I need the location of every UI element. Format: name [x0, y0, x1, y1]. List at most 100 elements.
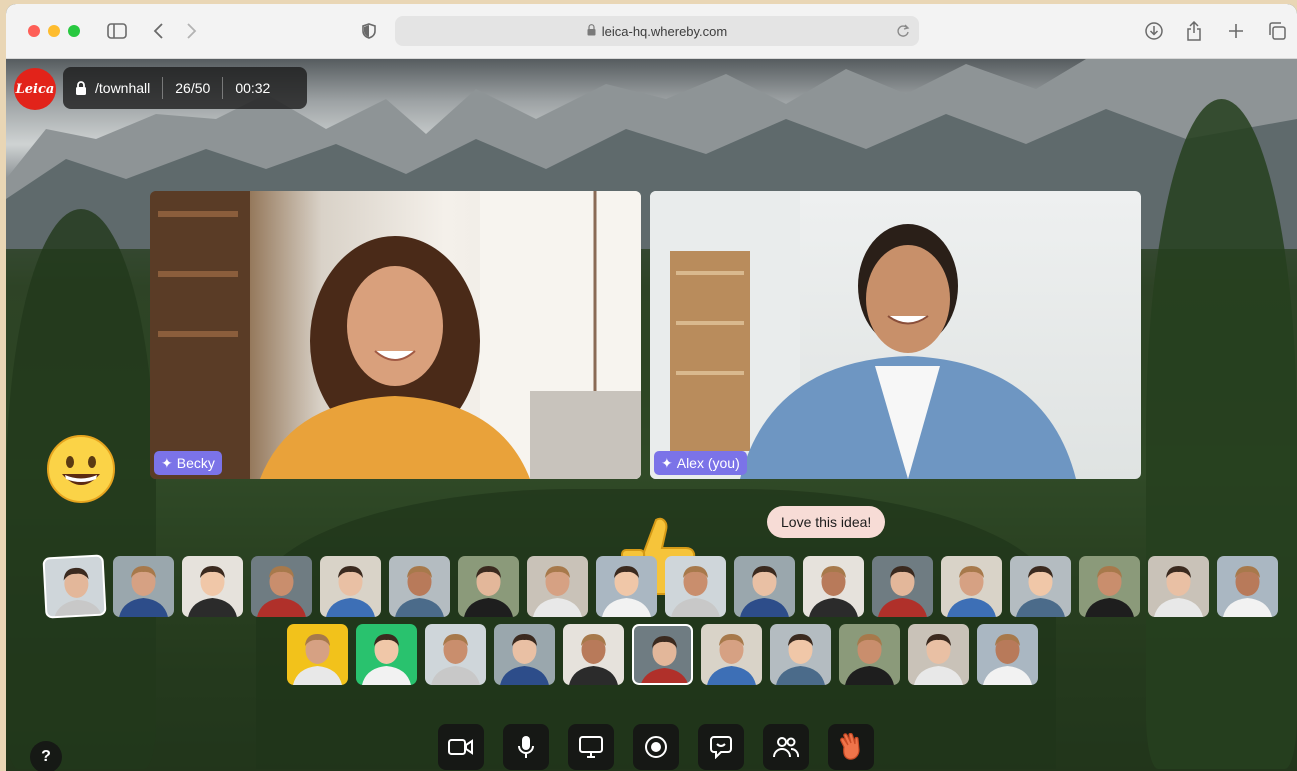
avatar-photo: [53, 567, 103, 619]
minimize-window-button[interactable]: [48, 25, 60, 37]
lock-icon: [587, 23, 596, 39]
participant-avatar[interactable]: [596, 556, 657, 617]
avatar-photo: [707, 634, 756, 685]
room-path: /townhall: [95, 80, 151, 96]
lock-icon: [75, 80, 87, 96]
participant-avatar[interactable]: [389, 556, 450, 617]
participant-avatar[interactable]: [632, 624, 693, 685]
avatar-photo: [395, 566, 444, 617]
microphone-button[interactable]: [503, 724, 549, 770]
participant-avatar[interactable]: [356, 624, 417, 685]
participant-avatar[interactable]: [941, 556, 1002, 617]
browser-window: leica-hq.whereby.com Leica /townhall 26/…: [6, 4, 1297, 771]
avatar-photo: [1085, 566, 1134, 617]
participant-avatar[interactable]: [977, 624, 1038, 685]
alex-video-feed: [650, 191, 1076, 479]
share-icon[interactable]: [1181, 18, 1207, 44]
participant-count: 26/50: [175, 80, 211, 96]
raise-hand-button[interactable]: [828, 724, 874, 770]
chat-icon: [710, 736, 732, 759]
screenshare-button[interactable]: [568, 724, 614, 770]
avatar-photo: [533, 566, 582, 617]
avatar-photo: [257, 566, 306, 617]
avatar-photo: [914, 634, 963, 685]
participant-avatar[interactable]: [665, 556, 726, 617]
zoom-window-button[interactable]: [68, 25, 80, 37]
avatar-photo: [740, 566, 789, 617]
participant-name: Becky: [176, 455, 215, 471]
participant-avatar[interactable]: [182, 556, 243, 617]
avatar-photo: [569, 634, 618, 685]
participant-name-badge: ✦ Alex (you): [654, 451, 747, 475]
brand-logo-text: Leica: [15, 81, 55, 97]
video-tile-alex[interactable]: ✦ Alex (you): [650, 191, 1141, 479]
participant-name: Alex (you): [676, 455, 740, 471]
avatar-photo: [188, 566, 237, 617]
participant-name-badge: ✦ Becky: [154, 451, 222, 475]
back-icon[interactable]: [146, 18, 172, 44]
record-icon: [645, 736, 667, 758]
sparkle-icon: ✦: [661, 454, 673, 471]
participant-avatar[interactable]: [908, 624, 969, 685]
camera-icon: [448, 739, 473, 755]
participant-avatar[interactable]: [1010, 556, 1071, 617]
participant-avatar[interactable]: [872, 556, 933, 617]
video-tile-becky[interactable]: ✦ Becky: [150, 191, 641, 479]
participant-avatar[interactable]: [425, 624, 486, 685]
avatar-photo: [362, 634, 411, 685]
reaction-message-bubble: Love this idea!: [767, 506, 886, 538]
participant-avatar[interactable]: [527, 556, 588, 617]
participant-avatar[interactable]: [701, 624, 762, 685]
avatar-photo: [671, 566, 720, 617]
brand-logo[interactable]: Leica: [14, 68, 56, 110]
participant-avatar[interactable]: [113, 556, 174, 617]
becky-video-feed: [150, 191, 641, 479]
participant-avatar[interactable]: [251, 556, 312, 617]
participant-avatar[interactable]: [458, 556, 519, 617]
participant-avatar[interactable]: [563, 624, 624, 685]
sidebar-toggle-icon[interactable]: [104, 18, 130, 44]
participant-avatar[interactable]: [1217, 556, 1278, 617]
participant-avatar[interactable]: [287, 624, 348, 685]
forward-icon[interactable]: [178, 18, 204, 44]
participant-avatar[interactable]: [770, 624, 831, 685]
help-label: ?: [41, 748, 51, 765]
participant-avatar[interactable]: [803, 556, 864, 617]
chat-button[interactable]: [698, 724, 744, 770]
new-tab-icon[interactable]: [1223, 18, 1249, 44]
close-window-button[interactable]: [28, 25, 40, 37]
reload-icon[interactable]: [893, 20, 913, 45]
avatar-photo: [983, 634, 1032, 685]
tab-overview-icon[interactable]: [1264, 18, 1290, 44]
room-info-pill: /townhall 26/50 00:32: [63, 67, 307, 109]
avatar-photo: [809, 566, 858, 617]
meeting-stage: Leica /townhall 26/50 00:32 ✦ Becky ✦ Al…: [6, 59, 1297, 771]
meeting-timer: 00:32: [235, 80, 271, 96]
participant-avatar[interactable]: [320, 556, 381, 617]
avatar-photo: [293, 634, 342, 685]
participant-avatar[interactable]: [494, 624, 555, 685]
avatar-photo: [845, 634, 894, 685]
help-button[interactable]: ?: [30, 741, 62, 771]
monitor-icon: [579, 736, 603, 758]
downloads-icon[interactable]: [1141, 18, 1167, 44]
avatar-photo: [431, 634, 480, 685]
avatar-photo: [602, 566, 651, 617]
room-name[interactable]: /townhall: [63, 67, 162, 109]
avatar-photo: [326, 566, 375, 617]
participant-avatar[interactable]: [42, 554, 107, 619]
participant-avatar[interactable]: [734, 556, 795, 617]
participant-avatar[interactable]: [839, 624, 900, 685]
camera-button[interactable]: [438, 724, 484, 770]
record-button[interactable]: [633, 724, 679, 770]
avatar-photo: [1154, 566, 1203, 617]
participant-avatar[interactable]: [1079, 556, 1140, 617]
privacy-shield-icon[interactable]: [356, 18, 382, 44]
avatar-photo: [1016, 566, 1065, 617]
avatar-photo: [641, 636, 688, 683]
people-button[interactable]: [763, 724, 809, 770]
people-icon: [773, 737, 799, 758]
address-bar[interactable]: leica-hq.whereby.com: [395, 16, 919, 46]
participant-avatar[interactable]: [1148, 556, 1209, 617]
grinning-face-emoji-icon: [47, 435, 115, 503]
